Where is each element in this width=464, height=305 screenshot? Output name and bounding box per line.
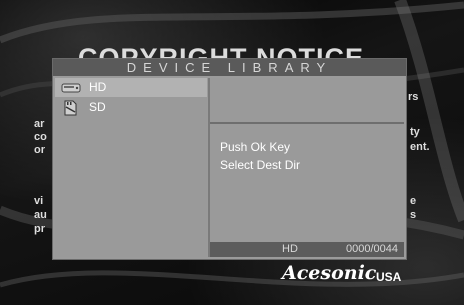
device-label: SD [89,100,106,114]
message-area: Push Ok Key Select Dest Dir [210,124,404,242]
message-line: Select Dest Dir [220,158,301,172]
device-label: HD [89,80,107,94]
status-count: 0000/0044 [346,243,398,255]
sd-card-icon [61,100,81,116]
brand-logo: Acesonic [282,262,377,284]
hard-drive-icon [61,80,81,96]
background-fragment: pr [34,223,45,235]
background-fragment: e [410,195,417,207]
background-fragment: s [410,209,417,221]
message-line: Push Ok Key [220,140,291,154]
preview-area [210,78,404,122]
brand-suffix: USA [376,270,402,284]
panel-title: DEVICE LIBRARY [53,59,406,76]
device-list: HD SD [55,78,207,257]
background-fragment: or [34,144,45,156]
device-item-sd[interactable]: SD [55,98,207,117]
device-library-panel: DEVICE LIBRARY HD SD Push Ok Key Select … [52,58,407,260]
status-bar: HD 0000/0044 [210,242,404,257]
device-item-hd[interactable]: HD [55,78,207,97]
background-fragment: ty [410,126,420,138]
background-fragment: vi [34,195,44,207]
background-fragment: au [34,209,47,221]
status-device: HD [282,243,298,255]
background-fragment: rs [408,91,419,103]
background-fragment: ent. [410,141,430,153]
